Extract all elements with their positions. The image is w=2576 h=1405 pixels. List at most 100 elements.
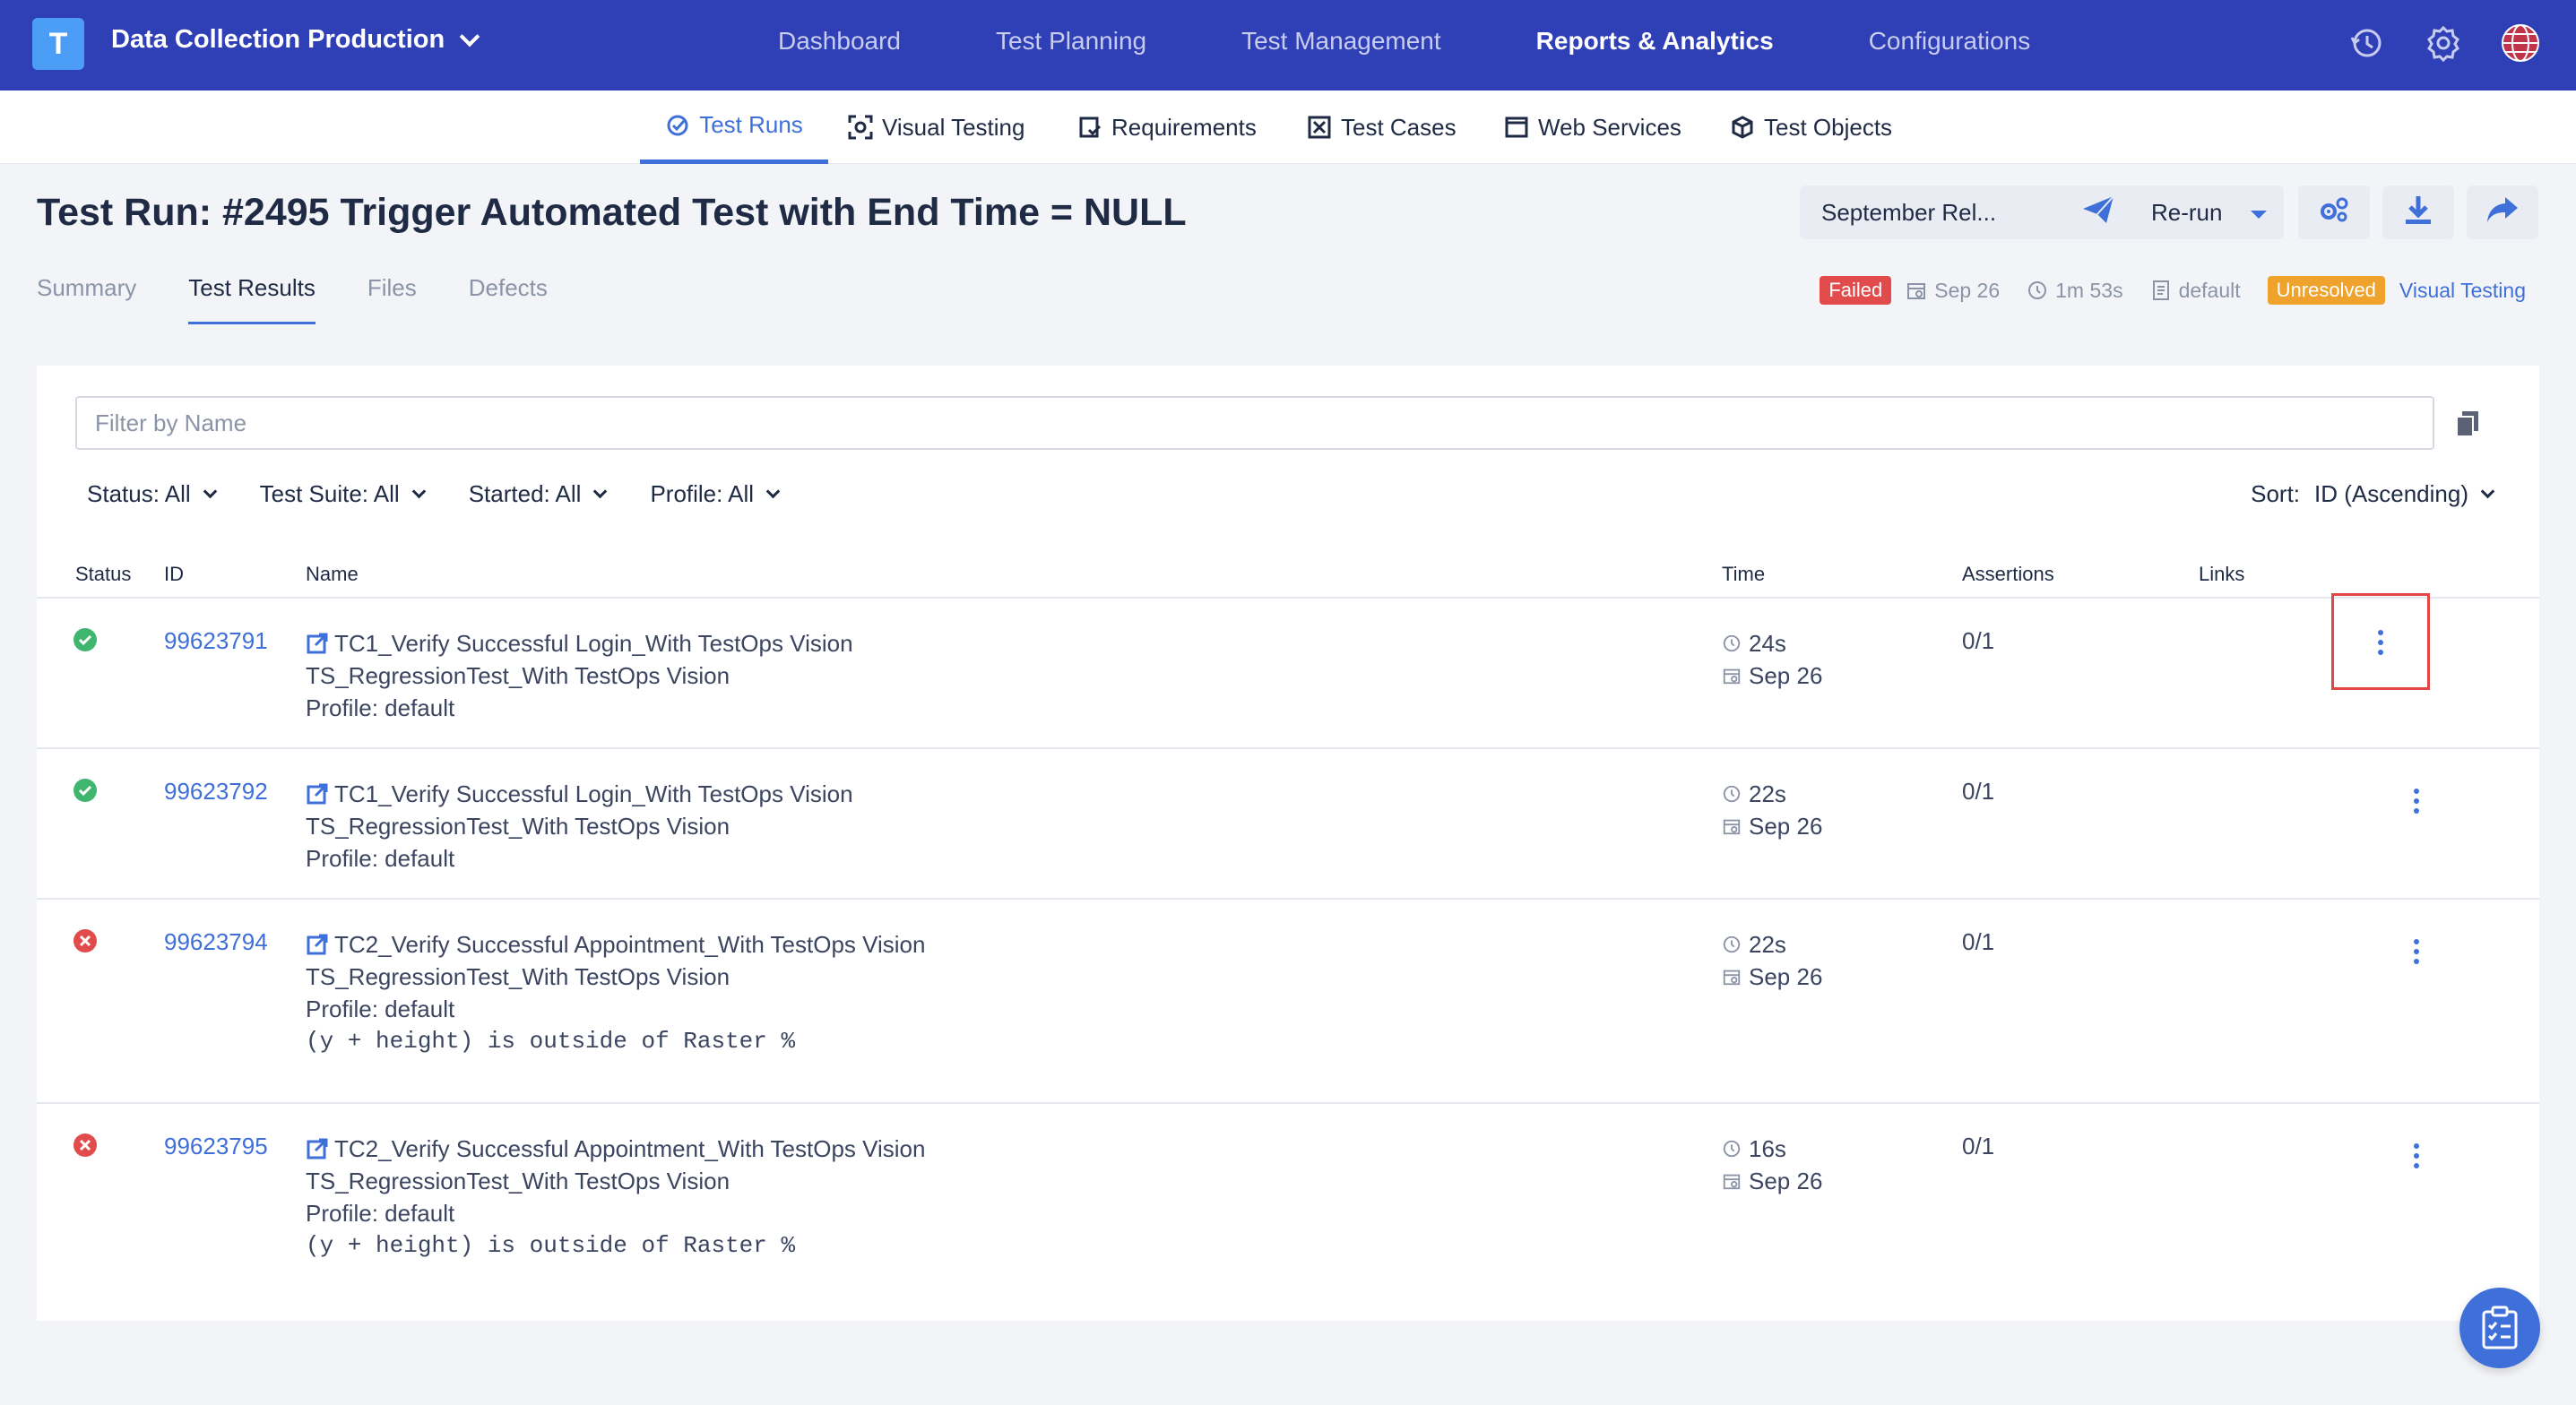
status-filter[interactable]: Status: All	[87, 480, 217, 508]
subnav-test-runs[interactable]: Test Runs	[640, 91, 828, 164]
assertions-count: 0/1	[1962, 778, 1995, 805]
profile-filter[interactable]: Profile: All	[650, 480, 781, 508]
subnav-label: Test Objects	[1764, 113, 1893, 141]
table-row[interactable]: 99623792 TC1_Verify Successful Login_Wit…	[37, 749, 2539, 900]
gear-icon[interactable]	[2420, 20, 2467, 66]
col-assertions: Assertions	[1962, 563, 2054, 585]
kebab-menu-icon	[2414, 789, 2419, 869]
test-result-id-link[interactable]: 99623792	[164, 778, 268, 806]
test-suite-filter[interactable]: Test Suite: All	[259, 480, 426, 508]
row-actions-menu-button[interactable]	[2331, 593, 2430, 690]
chevron-down-icon	[765, 484, 781, 499]
filter-by-name-input[interactable]	[75, 396, 2434, 450]
chevron-down-icon	[2480, 484, 2495, 499]
visual-testing-link[interactable]: Visual Testing	[2399, 279, 2526, 303]
started-filter-label: Started: All	[468, 480, 582, 507]
share-button[interactable]	[2467, 185, 2538, 239]
chevron-down-icon	[411, 484, 426, 499]
test-case-name-link[interactable]: TC1_Verify Successful Login_With TestOps…	[306, 627, 853, 659]
download-icon	[2404, 194, 2433, 231]
settings-gears-button[interactable]	[2298, 185, 2370, 239]
chevron-down-icon	[203, 484, 217, 499]
row-actions-menu-button[interactable]	[2367, 771, 2466, 869]
test-suite-name: TS_RegressionTest_With TestOps Vision	[306, 963, 730, 990]
test-suite-name: TS_RegressionTest_With TestOps Vision	[306, 813, 730, 840]
meta-profile: default	[2150, 279, 2241, 303]
clock-icon	[1723, 1140, 1741, 1158]
test-result-id-link[interactable]: 99623791	[164, 627, 268, 655]
sort-dropdown[interactable]: Sort: ID (Ascending)	[2251, 480, 2495, 508]
rerun-button[interactable]: Re-run	[2130, 185, 2284, 239]
status-filter-label: Status: All	[87, 480, 191, 507]
duration-text: 24s	[1749, 630, 1786, 657]
test-profile: Profile: default	[306, 1200, 455, 1227]
nav-reports-analytics[interactable]: Reports & Analytics	[1536, 27, 1774, 56]
subnav-test-objects[interactable]: Test Objects	[1730, 91, 1892, 164]
requirements-icon	[1077, 115, 1102, 140]
nav-dashboard[interactable]: Dashboard	[778, 27, 901, 56]
test-case-name-link[interactable]: TC2_Verify Successful Appointment_With T…	[306, 928, 925, 961]
assertions-count: 0/1	[1962, 627, 1995, 654]
col-status: Status	[75, 563, 132, 585]
nav-configurations[interactable]: Configurations	[1869, 27, 2031, 56]
started-filter[interactable]: Started: All	[468, 480, 608, 508]
meta-duration-text: 1m 53s	[2055, 278, 2123, 302]
test-case-name-link[interactable]: TC1_Verify Successful Login_With TestOps…	[306, 778, 853, 810]
tab-summary[interactable]: Summary	[37, 274, 136, 324]
project-selector[interactable]: Data Collection Production	[111, 25, 480, 55]
test-suite-filter-label: Test Suite: All	[259, 480, 400, 507]
row-date: Sep 26	[1722, 810, 1822, 842]
globe-icon[interactable]	[2497, 20, 2544, 66]
profile-filter-label: Profile: All	[650, 480, 755, 507]
app-logo[interactable]: T	[32, 18, 84, 70]
test-result-id-link[interactable]: 99623795	[164, 1133, 268, 1160]
paper-plane-icon	[2081, 194, 2115, 231]
test-result-id-link[interactable]: 99623794	[164, 928, 268, 956]
row-date: Sep 26	[1722, 659, 1822, 692]
subnav-test-cases[interactable]: Test Cases	[1307, 91, 1457, 164]
table-row[interactable]: 99623795 TC2_Verify Successful Appointme…	[37, 1104, 2539, 1312]
duration-text: 16s	[1749, 1135, 1786, 1162]
tab-defects[interactable]: Defects	[469, 274, 548, 324]
history-icon[interactable]	[2343, 20, 2390, 66]
logo-letter: T	[48, 26, 68, 61]
nav-test-management[interactable]: Test Management	[1241, 27, 1441, 56]
gears-icon	[2318, 195, 2350, 230]
table-row[interactable]: 99623794 TC2_Verify Successful Appointme…	[37, 900, 2539, 1104]
table-row[interactable]: 99623791 TC1_Verify Successful Login_Wit…	[37, 593, 2539, 749]
clock-icon	[2028, 281, 2047, 299]
check-circle-icon	[665, 113, 690, 138]
nav-test-planning[interactable]: Test Planning	[996, 27, 1146, 56]
copy-icon[interactable]	[2450, 406, 2485, 442]
test-case-name-link[interactable]: TC2_Verify Successful Appointment_With T…	[306, 1133, 925, 1165]
subnav-label: Web Services	[1538, 113, 1681, 141]
results-tabs: Summary Test Results Files Defects	[37, 274, 548, 324]
test-case-name: TC1_Verify Successful Login_With TestOps…	[334, 780, 853, 807]
date-text: Sep 26	[1749, 1168, 1823, 1194]
col-id: ID	[164, 563, 184, 585]
subnav-web-services[interactable]: Web Services	[1504, 91, 1681, 164]
external-link-icon	[307, 633, 328, 654]
subnav-visual-testing[interactable]: Visual Testing	[848, 91, 1024, 164]
checklist-fab-button[interactable]	[2459, 1288, 2540, 1368]
passed-status-icon	[73, 778, 98, 803]
download-button[interactable]	[2382, 185, 2454, 239]
release-button[interactable]: September Rel...	[1800, 185, 2137, 239]
test-suite-name: TS_RegressionTest_With TestOps Vision	[306, 662, 730, 689]
external-link-icon	[307, 1138, 328, 1159]
window-icon	[1504, 115, 1529, 140]
row-actions-menu-button[interactable]	[2367, 1125, 2466, 1224]
test-case-name: TC1_Verify Successful Login_With TestOps…	[334, 630, 853, 657]
sort-value: ID (Ascending)	[2314, 480, 2468, 507]
calendar-icon	[1723, 819, 1741, 835]
tab-files[interactable]: Files	[367, 274, 417, 324]
date-text: Sep 26	[1749, 662, 1823, 689]
row-duration: 16s	[1722, 1133, 1822, 1165]
caret-down-icon	[2250, 199, 2268, 227]
duration-text: 22s	[1749, 780, 1786, 807]
external-link-icon	[307, 783, 328, 805]
passed-status-icon	[73, 627, 98, 652]
row-actions-menu-button[interactable]	[2367, 921, 2466, 1020]
subnav-requirements[interactable]: Requirements	[1077, 91, 1257, 164]
tab-test-results[interactable]: Test Results	[188, 274, 316, 324]
